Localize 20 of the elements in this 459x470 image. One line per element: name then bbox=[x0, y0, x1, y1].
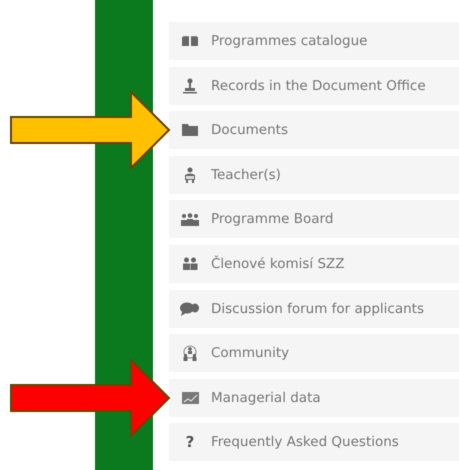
menu-item[interactable]: Teacher(s) bbox=[169, 156, 459, 194]
question-icon: ? bbox=[180, 433, 200, 452]
book-icon bbox=[181, 35, 199, 47]
stamp-icon bbox=[183, 78, 197, 94]
reader-icon bbox=[183, 166, 197, 183]
folder-icon bbox=[182, 124, 198, 136]
chat-icon bbox=[180, 302, 200, 316]
people-icon bbox=[182, 257, 198, 270]
menu-item[interactable]: ? Frequently Asked Questions bbox=[169, 423, 459, 462]
chart-icon bbox=[182, 392, 198, 404]
menu-item[interactable]: Discussion forum for applicants bbox=[169, 290, 459, 328]
menu-item[interactable]: Documents bbox=[169, 111, 459, 150]
group-icon bbox=[180, 212, 200, 226]
menu-item[interactable]: Programme Board bbox=[169, 200, 459, 238]
menu-item[interactable]: Managerial data bbox=[169, 378, 459, 417]
menu-item[interactable]: Programmes catalogue bbox=[169, 22, 459, 60]
menu-item[interactable]: Records in the Document Office bbox=[169, 66, 459, 105]
menu-item[interactable]: Community bbox=[169, 334, 459, 372]
hierarchy-icon bbox=[182, 345, 198, 362]
menu-item[interactable]: Členové komisí SZZ bbox=[169, 244, 459, 283]
